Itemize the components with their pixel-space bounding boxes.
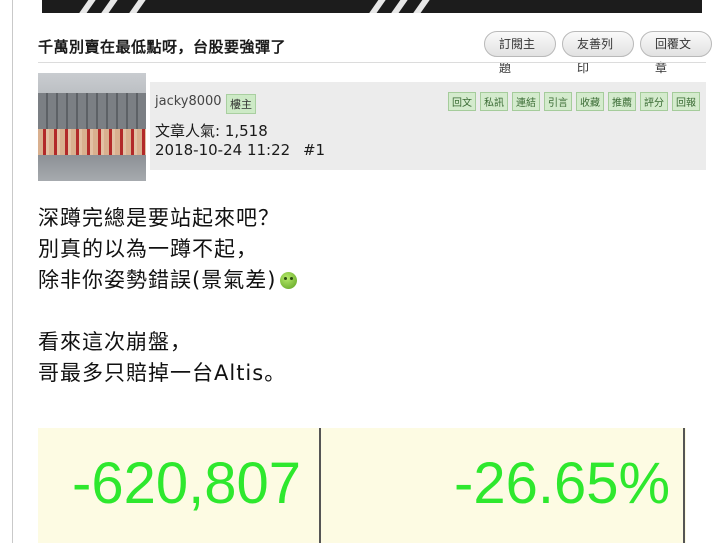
print-button[interactable]: 友善列印 [562,31,634,75]
post-header: 千萬別賣在最低點呀，台股要強彈了 訂閱主題 友善列印 回覆文章 [12,28,718,75]
header-actions: 訂閱主題 友善列印 回覆文章 [484,31,718,75]
body-line: 別真的以為一蹲不起， [38,237,258,261]
loss-percent: -26.65% [454,451,671,516]
recommend-button[interactable]: 推薦 [608,92,636,111]
message-button[interactable]: 私訊 [480,92,508,111]
link-button[interactable]: 連結 [512,92,540,111]
author-info: jacky8000 樓主 文章人氣: 1,518 2018-10-24 11:2… [150,82,706,170]
post-datetime: 2018-10-24 11:22 [155,141,291,159]
subscribe-button[interactable]: 訂閱主題 [484,31,556,75]
portfolio-summary-image: -620,807 -26.65% [38,428,686,543]
body-line: 除非你姿勢錯誤(景氣差) [38,265,298,296]
favorite-button[interactable]: 收藏 [576,92,604,111]
green-grinning-face-icon [280,272,298,289]
page-border [12,0,13,543]
reply-quick-button[interactable]: 回文 [448,92,476,111]
popularity-count: 文章人氣: 1,518 [155,122,268,140]
cell-divider [683,428,685,543]
reply-button[interactable]: 回覆文章 [640,31,712,75]
avatar[interactable] [38,73,146,181]
original-poster-badge: 樓主 [226,94,256,114]
divider [38,62,706,63]
post-title: 千萬別賣在最低點呀，台股要強彈了 [38,38,287,56]
loss-percent-cell: -26.65% [321,428,685,543]
report-button[interactable]: 回報 [672,92,700,111]
post-actions: 回文 私訊 連結 引言 收藏 推薦 評分 回報 [448,92,704,111]
body-line: 深蹲完總是要站起來吧？ [38,206,280,230]
quote-button[interactable]: 引言 [544,92,572,111]
body-line: 哥最多只賠掉一台Altis。 [38,361,287,385]
loss-amount: -620,807 [72,451,301,516]
username-link[interactable]: jacky8000 [155,94,222,109]
post-meta: 2018-10-24 11:22 #1 [155,141,325,159]
post-body: 深蹲完總是要站起來吧？ 別真的以為一蹲不起， 除非你姿勢錯誤(景氣差) 看來這次… [38,203,298,389]
rate-button[interactable]: 評分 [640,92,668,111]
body-line: 看來這次崩盤， [38,330,192,354]
floor-number-link[interactable]: #1 [303,141,325,159]
banner-image [42,0,702,13]
loss-amount-cell: -620,807 [38,428,320,543]
